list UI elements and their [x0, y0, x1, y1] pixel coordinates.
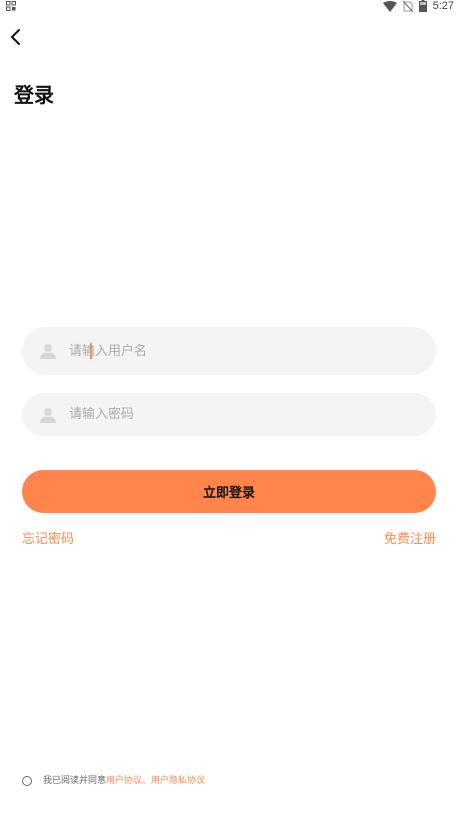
chevron-left-icon: [11, 29, 20, 45]
forgot-password-link[interactable]: 忘记密码: [22, 531, 74, 549]
password-input[interactable]: [69, 393, 420, 436]
username-input[interactable]: [69, 327, 420, 375]
register-link[interactable]: 免费注册: [384, 531, 436, 549]
status-time: 5:27: [432, 0, 454, 12]
user-icon: [40, 344, 56, 359]
agreement-checkbox[interactable]: [22, 776, 32, 786]
battery-icon: [418, 0, 427, 12]
agreement-row: 我已阅读并同意 用户协议 、 用户隐私协议: [22, 775, 205, 787]
username-field-container[interactable]: [22, 327, 436, 375]
agreement-prefix: 我已阅读并同意: [43, 776, 107, 786]
back-button[interactable]: [4, 26, 26, 48]
page-title: 登录: [14, 83, 54, 107]
login-button[interactable]: 立即登录: [22, 470, 436, 513]
status-bar: 5:27: [0, 0, 458, 12]
text-caret: [90, 343, 92, 359]
wifi-icon: [382, 0, 397, 12]
qr-grid-icon: [6, 1, 16, 11]
user-icon: [40, 407, 56, 423]
password-field-container[interactable]: [22, 393, 436, 436]
user-agreement-link[interactable]: 用户协议: [106, 775, 142, 787]
no-sim-icon: [402, 0, 413, 12]
privacy-agreement-link[interactable]: 用户隐私协议: [151, 775, 205, 787]
agreement-separator: 、: [142, 776, 152, 786]
